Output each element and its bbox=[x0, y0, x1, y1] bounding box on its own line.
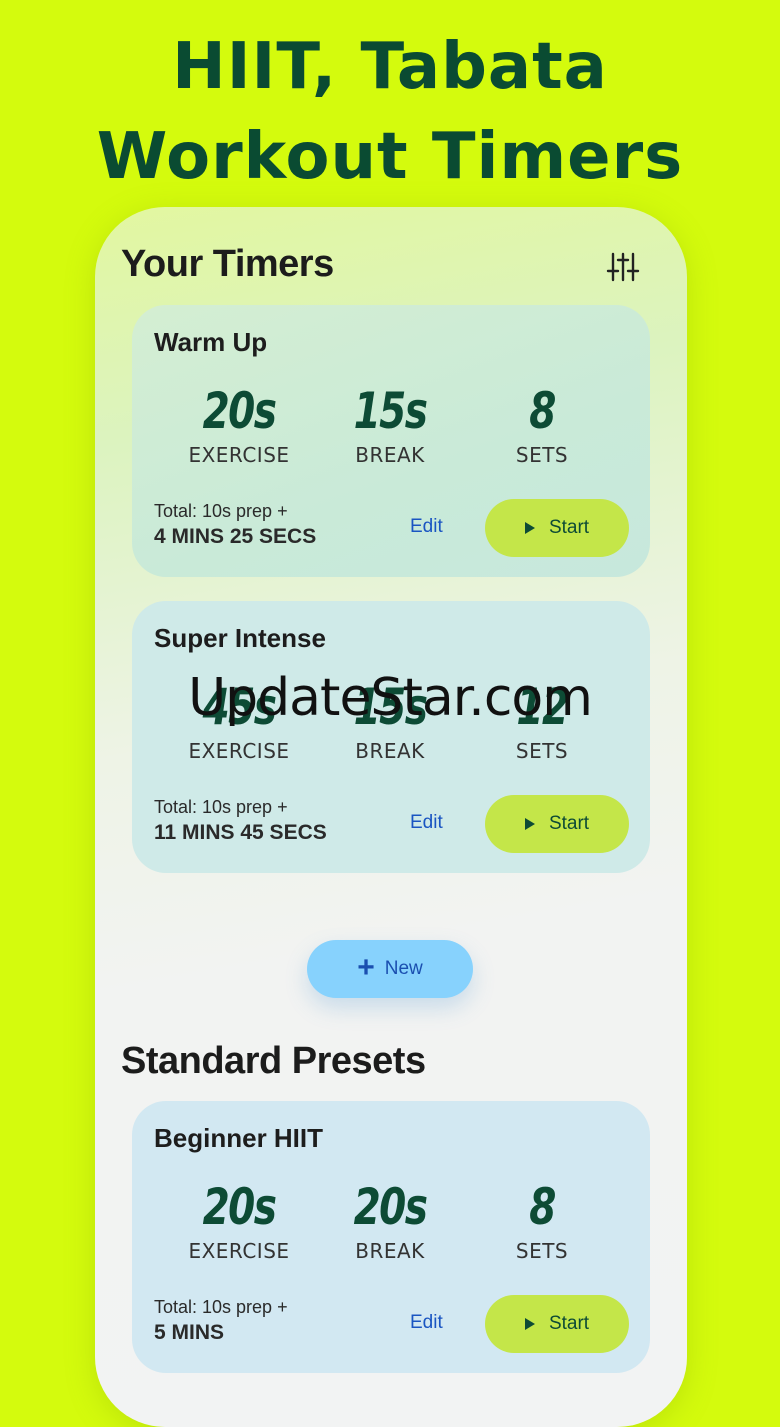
break-value: 15s bbox=[353, 382, 428, 440]
start-button[interactable]: Start bbox=[485, 795, 629, 853]
sets-value: 12 bbox=[516, 678, 569, 736]
exercise-value: 45s bbox=[202, 678, 277, 736]
edit-button[interactable]: Edit bbox=[410, 1312, 443, 1334]
sets-stat: 8 SETS bbox=[467, 1177, 617, 1263]
play-icon bbox=[524, 818, 535, 830]
exercise-value: 20s bbox=[202, 1178, 277, 1236]
total-prep: Total: 10s prep + bbox=[154, 797, 288, 817]
exercise-stat: 20s EXERCISE bbox=[164, 381, 314, 467]
exercise-value: 20s bbox=[202, 382, 277, 440]
break-label: BREAK bbox=[355, 739, 425, 763]
sets-stat: 12 SETS bbox=[467, 677, 617, 763]
start-button[interactable]: Start bbox=[485, 1295, 629, 1353]
break-stat: 15s BREAK bbox=[315, 677, 465, 763]
timer-card-warm-up[interactable]: Warm Up 20s EXERCISE 15s BREAK 8 SETS To… bbox=[132, 305, 650, 577]
headline-line-2: Workout Timers bbox=[96, 120, 684, 194]
break-value: 20s bbox=[353, 1178, 428, 1236]
break-label: BREAK bbox=[355, 443, 425, 467]
break-stat: 20s BREAK bbox=[315, 1177, 465, 1263]
exercise-label: EXERCISE bbox=[188, 739, 290, 763]
edit-button[interactable]: Edit bbox=[410, 516, 443, 538]
timer-name: Super Intense bbox=[154, 623, 326, 653]
plus-icon: + bbox=[357, 950, 375, 984]
start-label: Start bbox=[548, 1313, 590, 1334]
start-button[interactable]: Start bbox=[485, 499, 629, 557]
exercise-label: EXERCISE bbox=[188, 443, 290, 467]
preset-name: Beginner HIIT bbox=[154, 1123, 324, 1153]
sets-value: 8 bbox=[529, 382, 556, 440]
start-label: Start bbox=[548, 813, 590, 834]
total-duration: 4 MINS 25 SECS bbox=[154, 525, 317, 548]
sets-label: SETS bbox=[515, 739, 569, 763]
start-label: Start bbox=[548, 517, 590, 538]
new-label: New bbox=[384, 958, 423, 979]
total-prep: Total: 10s prep + bbox=[154, 501, 288, 521]
exercise-stat: 20s EXERCISE bbox=[164, 1177, 314, 1263]
your-timers-title: Your Timers bbox=[121, 243, 334, 285]
timer-name: Warm Up bbox=[154, 327, 268, 357]
preset-card-beginner-hiit[interactable]: Beginner HIIT 20s EXERCISE 20s BREAK 8 S… bbox=[132, 1101, 650, 1373]
break-stat: 15s BREAK bbox=[315, 381, 465, 467]
promo-headline: HIIT, Tabata Workout Timers bbox=[0, 22, 780, 202]
break-label: BREAK bbox=[355, 1239, 425, 1263]
timer-card-super-intense[interactable]: Super Intense 45s EXERCISE 15s BREAK 12 … bbox=[132, 601, 650, 873]
new-timer-button[interactable]: + New bbox=[307, 940, 473, 998]
exercise-label: EXERCISE bbox=[188, 1239, 290, 1263]
sets-label: SETS bbox=[515, 1239, 569, 1263]
total-duration: 11 MINS 45 SECS bbox=[154, 821, 327, 844]
sets-label: SETS bbox=[515, 443, 569, 467]
play-icon bbox=[524, 522, 535, 534]
headline-line-1: HIIT, Tabata bbox=[172, 30, 608, 104]
sets-stat: 8 SETS bbox=[467, 381, 617, 467]
standard-presets-title: Standard Presets bbox=[121, 1040, 426, 1082]
play-icon bbox=[524, 1318, 535, 1330]
exercise-stat: 45s EXERCISE bbox=[164, 677, 314, 763]
break-value: 15s bbox=[353, 678, 428, 736]
sets-value: 8 bbox=[529, 1178, 556, 1236]
edit-button[interactable]: Edit bbox=[410, 812, 443, 834]
sliders-icon[interactable] bbox=[605, 249, 641, 285]
total-prep: Total: 10s prep + bbox=[154, 1297, 288, 1317]
phone-screen: Your Timers Warm Up 20s EXERCISE 15s BRE… bbox=[95, 207, 687, 1427]
total-duration: 5 MINS bbox=[154, 1321, 225, 1344]
